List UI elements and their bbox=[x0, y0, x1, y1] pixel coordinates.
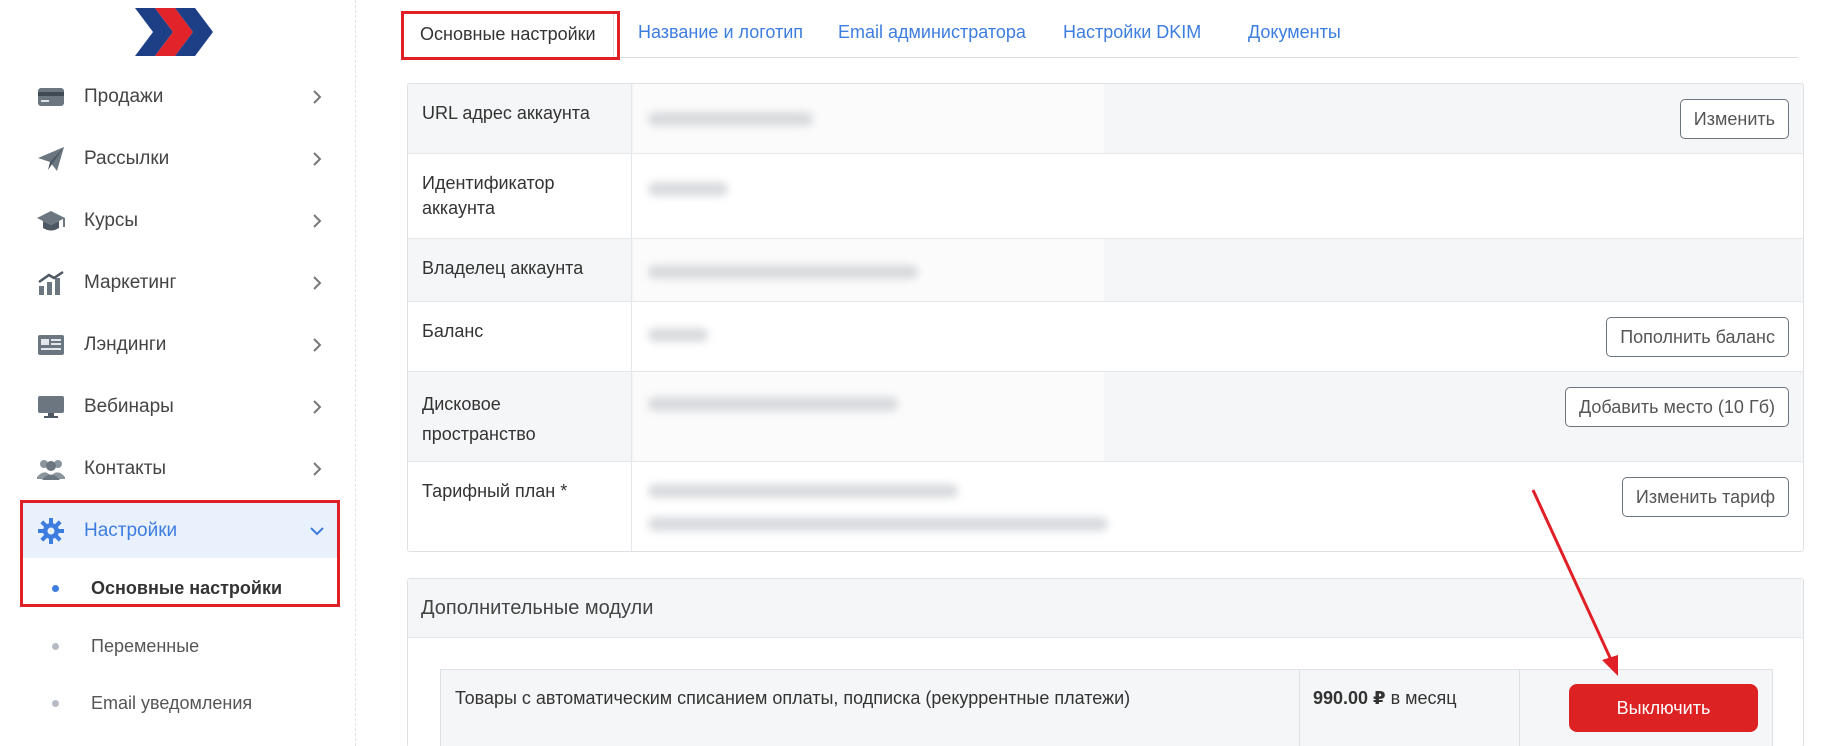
table-row: Баланс Пополнить баланс bbox=[408, 302, 1803, 372]
chevron-right-icon bbox=[308, 460, 326, 478]
redacted-value bbox=[648, 484, 958, 498]
bullet-dot bbox=[52, 642, 59, 650]
sidebar-item-landings[interactable]: Лэндинги bbox=[36, 323, 326, 367]
row-label: Баланс bbox=[408, 302, 632, 371]
chevron-right-icon bbox=[308, 88, 326, 106]
cell-divider bbox=[1299, 670, 1300, 746]
row-label: URL адрес аккаунта bbox=[408, 84, 632, 153]
chevron-right-icon bbox=[308, 212, 326, 230]
table-row: Идентификатор аккаунта bbox=[408, 154, 1803, 239]
row-label: Тарифный план * bbox=[408, 462, 632, 551]
module-row: Товары с автоматическим списанием оплаты… bbox=[440, 669, 1773, 746]
graduation-cap-icon bbox=[36, 208, 66, 234]
row-label: Владелец аккаунта bbox=[408, 239, 632, 301]
redacted-value bbox=[648, 328, 708, 342]
sidebar-subitem-variables[interactable]: Переменные bbox=[52, 631, 199, 661]
table-row: URL адрес аккаунта Изменить bbox=[408, 84, 1803, 154]
chevron-right-icon bbox=[308, 398, 326, 416]
row-label: Дисковое пространство bbox=[408, 372, 632, 461]
sidebar-item-label: Рассылки bbox=[84, 148, 170, 169]
sidebar-item-sales[interactable]: Продажи bbox=[36, 75, 326, 119]
table-row: Тарифный план * Изменить тариф bbox=[408, 462, 1803, 551]
sidebar-item-label: Продажи bbox=[84, 86, 164, 107]
tab-admin-email[interactable]: Email администратора bbox=[838, 22, 1026, 52]
sidebar-item-courses[interactable]: Курсы bbox=[36, 199, 326, 243]
change-url-button[interactable]: Изменить bbox=[1679, 99, 1789, 139]
sidebar-subitem-email-notifications[interactable]: Email уведомления bbox=[52, 688, 252, 718]
disable-module-button[interactable]: Выключить bbox=[1569, 684, 1758, 732]
sidebar-item-webinars[interactable]: Вебинары bbox=[36, 385, 326, 429]
monitor-icon bbox=[36, 394, 66, 420]
highlight-box bbox=[401, 11, 620, 60]
chart-growth-icon bbox=[36, 270, 66, 296]
redacted-value bbox=[648, 397, 898, 411]
module-price: 990.00 ₽ в месяц bbox=[1313, 688, 1457, 709]
tab-dkim-settings[interactable]: Настройки DKIM bbox=[1063, 22, 1201, 52]
sidebar-item-label: Лэндинги bbox=[84, 334, 167, 355]
tab-documents[interactable]: Документы bbox=[1248, 22, 1341, 52]
change-plan-button[interactable]: Изменить тариф bbox=[1621, 477, 1789, 517]
users-icon bbox=[36, 456, 66, 482]
sidebar-item-mailings[interactable]: Рассылки bbox=[36, 137, 326, 181]
redacted-value bbox=[648, 182, 728, 196]
highlight-box bbox=[20, 500, 340, 607]
redacted-value bbox=[648, 517, 1108, 531]
chevron-right-icon bbox=[308, 274, 326, 292]
table-row: Дисковое пространство Добавить место (10… bbox=[408, 372, 1803, 462]
price-amount: 990.00 ₽ bbox=[1313, 688, 1386, 708]
price-period: в месяц bbox=[1390, 688, 1457, 708]
account-info-table: URL адрес аккаунта Изменить Идентификато… bbox=[407, 83, 1804, 552]
module-name: Товары с автоматическим списанием оплаты… bbox=[455, 688, 1131, 708]
redacted-value bbox=[648, 265, 918, 279]
chevron-right-icon bbox=[308, 336, 326, 354]
table-row: Владелец аккаунта bbox=[408, 239, 1803, 302]
redacted-value bbox=[648, 112, 813, 126]
tab-name-and-logo[interactable]: Название и логотип bbox=[638, 22, 803, 52]
sidebar-subitem-label: Переменные bbox=[91, 635, 200, 656]
add-disk-space-button[interactable]: Добавить место (10 Гб) bbox=[1564, 387, 1789, 427]
sidebar-item-label: Вебинары bbox=[84, 396, 174, 417]
top-up-balance-button[interactable]: Пополнить баланс bbox=[1606, 317, 1789, 357]
sidebar-item-contacts[interactable]: Контакты bbox=[36, 447, 326, 491]
sidebar-item-label: Курсы bbox=[84, 210, 139, 231]
sidebar-item-label: Маркетинг bbox=[84, 272, 177, 293]
sidebar-subitem-label: Email уведомления bbox=[91, 692, 253, 713]
chevron-right-icon bbox=[308, 150, 326, 168]
cell-divider bbox=[1519, 670, 1520, 746]
redacted-area bbox=[634, 372, 1104, 461]
card-title: Дополнительные модули bbox=[408, 579, 1803, 638]
landing-page-icon bbox=[36, 332, 66, 358]
row-label: Идентификатор аккаунта bbox=[408, 154, 632, 238]
sidebar-item-label: Контакты bbox=[84, 458, 167, 479]
additional-modules-card: Дополнительные модули Товары с автоматич… bbox=[407, 578, 1804, 746]
sidebar-item-marketing[interactable]: Маркетинг bbox=[36, 261, 326, 305]
logo-icon bbox=[135, 8, 213, 56]
paper-plane-icon bbox=[36, 146, 66, 172]
bullet-dot bbox=[52, 699, 59, 707]
card-icon bbox=[36, 84, 66, 110]
